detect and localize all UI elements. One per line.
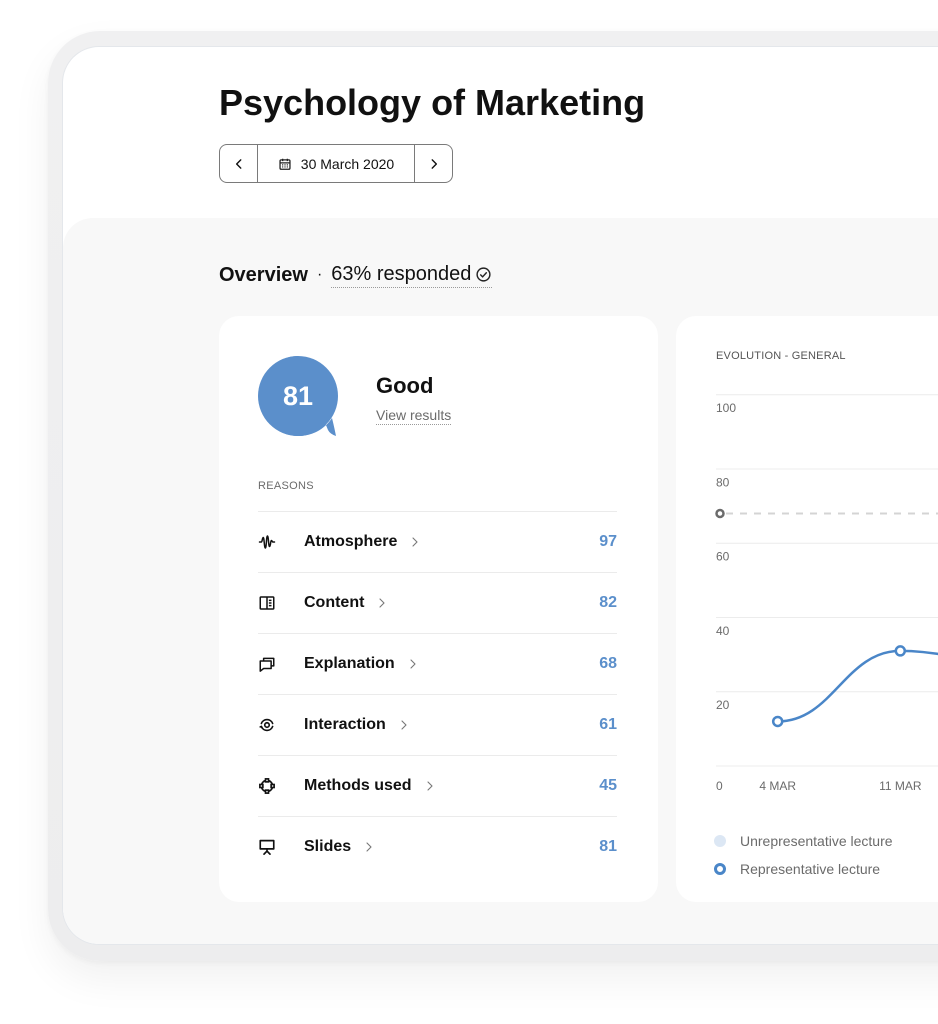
reason-label: Slides	[304, 838, 352, 855]
y-tick-label: 60	[716, 550, 730, 564]
reason-row-methods-used[interactable]: Methods used 45	[258, 755, 617, 816]
view-results-link[interactable]: View results	[376, 406, 452, 425]
chevron-left-icon	[235, 158, 241, 169]
data-point	[894, 645, 907, 657]
y-tick-label: 40	[716, 624, 730, 638]
y-tick-label: 100	[716, 401, 736, 415]
reason-score: 68	[599, 655, 617, 672]
legend-item-representative[interactable]: Representative lecture	[714, 855, 893, 883]
y-tick-label: 80	[716, 475, 730, 489]
data-point	[771, 715, 784, 728]
chart-legend: Unrepresentative lecture Representative …	[714, 827, 893, 883]
reason-row-interaction[interactable]: Interaction 61	[258, 694, 617, 755]
chevron-right-icon	[366, 842, 372, 852]
date-navigator: 30 March 2020	[219, 144, 453, 183]
reason-row-slides[interactable]: Slides 81	[258, 816, 617, 877]
reason-score: 81	[599, 838, 617, 855]
chevron-right-icon	[401, 720, 407, 730]
reasons-heading: REASONS	[258, 480, 314, 492]
shape-nodes-icon	[259, 778, 275, 794]
overview-label: Overview	[219, 264, 308, 286]
x-tick-label: 11 MAR	[879, 779, 922, 793]
response-rate-text: 63% responded	[331, 263, 472, 285]
presentation-icon	[259, 839, 275, 855]
app-screen: Psychology of Marketing 30 March 2020 Ov…	[63, 47, 938, 944]
waveform-icon	[258, 535, 276, 549]
legend-swatch-representative	[714, 863, 726, 875]
selected-date: 30 March 2020	[300, 155, 395, 172]
chevron-right-icon	[412, 537, 418, 547]
rotate-view-icon	[259, 718, 274, 732]
y-tick-label: 0	[716, 779, 723, 793]
reason-row-explanation[interactable]: Explanation 68	[258, 633, 617, 694]
reason-score: 61	[599, 716, 617, 733]
reason-score: 45	[599, 777, 617, 794]
check-circle-icon	[476, 266, 491, 282]
reason-row-atmosphere[interactable]: Atmosphere 97	[258, 511, 617, 572]
score-card: 81 Good View results REASONS Atmosphere …	[219, 316, 658, 902]
reason-label: Interaction	[304, 716, 386, 733]
reason-row-content[interactable]: Content 82	[258, 572, 617, 633]
chevron-right-icon	[431, 158, 437, 169]
overview-header: Overview · 63% responded	[219, 262, 493, 288]
page-title: Psychology of Marketing	[219, 82, 646, 123]
overall-score: 81	[282, 380, 314, 411]
separator-dot: ·	[316, 266, 323, 283]
score-bubble: 81	[258, 356, 338, 438]
series-line	[776, 649, 938, 723]
legend-label: Unrepresentative lecture	[740, 833, 893, 849]
reason-score: 82	[599, 594, 617, 611]
previous-date-button[interactable]	[220, 145, 257, 182]
legend-swatch-unrepresentative	[714, 835, 726, 847]
reason-label: Explanation	[304, 655, 395, 672]
reason-label: Methods used	[304, 777, 412, 794]
reason-label: Content	[304, 594, 365, 611]
reason-label: Atmosphere	[304, 533, 398, 550]
next-date-button[interactable]	[415, 145, 452, 182]
chat-bubbles-icon	[259, 657, 275, 672]
date-picker-button[interactable]: 30 March 2020	[257, 145, 415, 182]
response-rate-link[interactable]: 63% responded	[331, 262, 493, 288]
reference-point	[715, 508, 725, 519]
calendar-icon	[279, 158, 291, 170]
reasons-list: Atmosphere 97 Content 82 Explanation 68 …	[258, 511, 617, 877]
legend-item-unrepresentative[interactable]: Unrepresentative lecture	[714, 827, 893, 855]
y-tick-label: 20	[716, 698, 730, 712]
rating-label: Good	[376, 373, 434, 398]
book-icon	[259, 596, 275, 610]
reason-score: 97	[599, 533, 617, 550]
evolution-line-chart: 0 20 40 60 80 100 4 MAR 11 MAR	[715, 394, 938, 793]
chevron-right-icon	[427, 781, 433, 791]
chevron-right-icon	[379, 598, 385, 608]
chevron-right-icon	[410, 659, 416, 669]
legend-label: Representative lecture	[740, 861, 881, 877]
x-tick-label: 4 MAR	[759, 779, 796, 793]
evolution-chart-card: EVOLUTION - GENERAL 0 20 40 60 80 100 4 MAR 11 …	[676, 316, 938, 902]
